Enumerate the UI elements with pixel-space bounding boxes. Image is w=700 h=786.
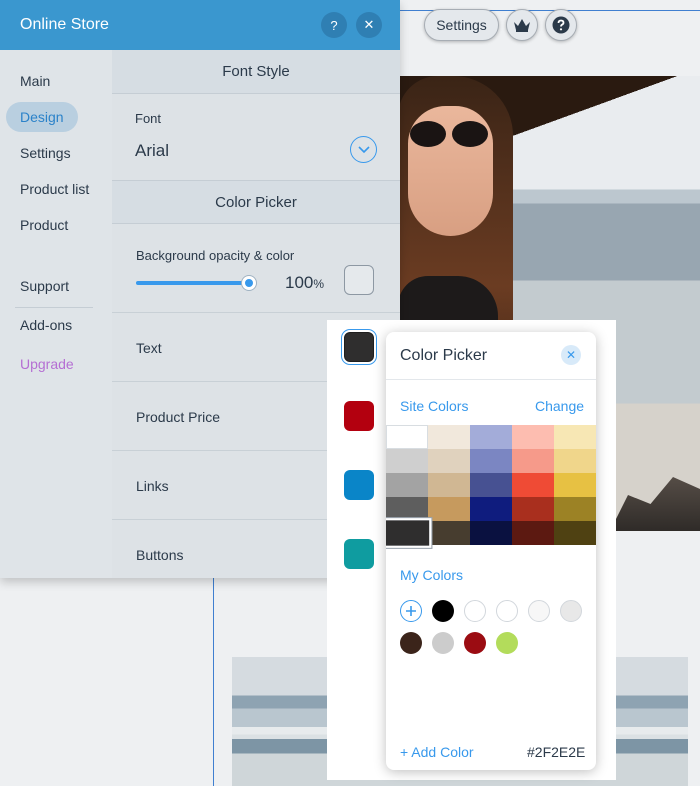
nav-item-upgrade[interactable]: Upgrade	[6, 349, 88, 379]
site-color-cell[interactable]	[512, 449, 554, 473]
canvas-settings-button[interactable]: Settings	[424, 9, 499, 41]
my-color-dot[interactable]	[496, 600, 518, 622]
text-color-label: Text	[136, 340, 162, 356]
buttons-color-swatch[interactable]	[344, 539, 374, 569]
crown-button[interactable]	[506, 9, 538, 41]
opacity-slider-track[interactable]	[136, 281, 250, 285]
question-icon: ?	[330, 17, 338, 33]
site-color-cell[interactable]	[512, 425, 554, 449]
opacity-value[interactable]: 100%	[285, 273, 324, 293]
panel-help-button[interactable]: ?	[321, 12, 347, 38]
text-color-swatch[interactable]	[344, 332, 374, 362]
panel-title: Online Store	[20, 16, 109, 33]
help-icon	[552, 16, 570, 34]
side-nav: Main Design Settings Product list Produc…	[0, 50, 112, 578]
my-colors-label: My Colors	[400, 567, 464, 583]
color-picker-heading: Color Picker	[112, 180, 400, 224]
site-color-cell[interactable]	[470, 497, 512, 521]
my-color-dot[interactable]	[528, 600, 550, 622]
my-color-dot[interactable]	[560, 600, 582, 622]
picker-divider	[386, 379, 596, 380]
site-color-cell[interactable]	[386, 473, 428, 497]
font-dropdown-button[interactable]	[350, 136, 377, 163]
plus-icon	[406, 606, 416, 616]
site-color-cell[interactable]	[512, 473, 554, 497]
color-picker-close-button[interactable]: ✕	[561, 345, 581, 365]
site-color-cell[interactable]	[554, 521, 596, 545]
row-divider	[112, 312, 400, 313]
guide-line-vertical	[213, 578, 214, 786]
nav-item-support[interactable]: Support	[6, 271, 83, 301]
color-picker-popup: Color Picker ✕ Site Colors Change My Col…	[386, 332, 596, 770]
crown-icon	[514, 19, 530, 32]
site-color-cell[interactable]	[512, 521, 554, 545]
site-color-cell[interactable]	[470, 521, 512, 545]
site-color-cell[interactable]	[386, 449, 428, 473]
panel-close-button[interactable]: ✕	[356, 12, 382, 38]
site-color-cell[interactable]	[386, 497, 428, 521]
nav-item-product[interactable]: Product	[6, 210, 82, 240]
close-icon: ✕	[363, 17, 375, 32]
close-icon: ✕	[565, 348, 577, 362]
site-color-cell[interactable]	[470, 473, 512, 497]
my-color-dot[interactable]	[432, 632, 454, 654]
help-button[interactable]	[545, 9, 577, 41]
site-color-cell[interactable]	[554, 449, 596, 473]
my-color-dot[interactable]	[432, 600, 454, 622]
site-color-cell[interactable]	[428, 473, 470, 497]
site-color-cell[interactable]	[428, 521, 470, 545]
buttons-color-label: Buttons	[136, 547, 184, 563]
site-color-cell[interactable]	[470, 449, 512, 473]
font-value: Arial	[135, 141, 170, 160]
site-colors-grid	[386, 425, 596, 548]
site-color-cell[interactable]	[428, 425, 470, 449]
opacity-slider-handle[interactable]	[242, 276, 256, 290]
site-color-cell[interactable]	[386, 518, 432, 548]
site-color-cell[interactable]	[428, 449, 470, 473]
font-style-heading: Font Style	[112, 50, 400, 94]
my-color-dot[interactable]	[464, 632, 486, 654]
my-color-dot[interactable]	[400, 632, 422, 654]
site-color-cell[interactable]	[554, 473, 596, 497]
change-site-colors-link[interactable]: Change	[535, 398, 584, 414]
color-picker-title: Color Picker	[400, 347, 488, 364]
links-color-swatch[interactable]	[344, 470, 374, 500]
product-price-color-label: Product Price	[136, 409, 221, 425]
site-color-cell[interactable]	[554, 425, 596, 449]
site-color-cell[interactable]	[554, 497, 596, 521]
my-color-dot[interactable]	[496, 632, 518, 654]
nav-item-settings[interactable]: Settings	[6, 138, 85, 168]
nav-divider	[15, 307, 93, 308]
site-color-cell[interactable]	[470, 425, 512, 449]
nav-item-design[interactable]: Design	[6, 102, 78, 132]
site-color-cell[interactable]	[428, 497, 470, 521]
bg-opacity-label: Background opacity & color	[136, 248, 295, 263]
hex-value: #2F2E2E	[527, 744, 586, 760]
product-price-color-swatch[interactable]	[344, 401, 374, 431]
links-color-label: Links	[136, 478, 169, 494]
nav-item-add-ons[interactable]: Add-ons	[6, 310, 86, 340]
nav-item-product-list[interactable]: Product list	[6, 174, 103, 204]
panel-header: Online Store ? ✕	[0, 0, 400, 50]
background-color-swatch[interactable]	[344, 265, 374, 295]
site-color-cell[interactable]	[386, 425, 428, 449]
add-color-link[interactable]: + Add Color	[400, 744, 474, 760]
site-color-cell[interactable]	[512, 497, 554, 521]
sunglasses-shape	[410, 121, 490, 147]
site-colors-label: Site Colors	[400, 398, 469, 414]
nav-item-main[interactable]: Main	[6, 66, 64, 96]
my-color-dot[interactable]	[464, 600, 486, 622]
font-label: Font	[135, 111, 162, 126]
chevron-down-icon	[357, 145, 370, 153]
add-my-color-button[interactable]	[400, 600, 422, 622]
